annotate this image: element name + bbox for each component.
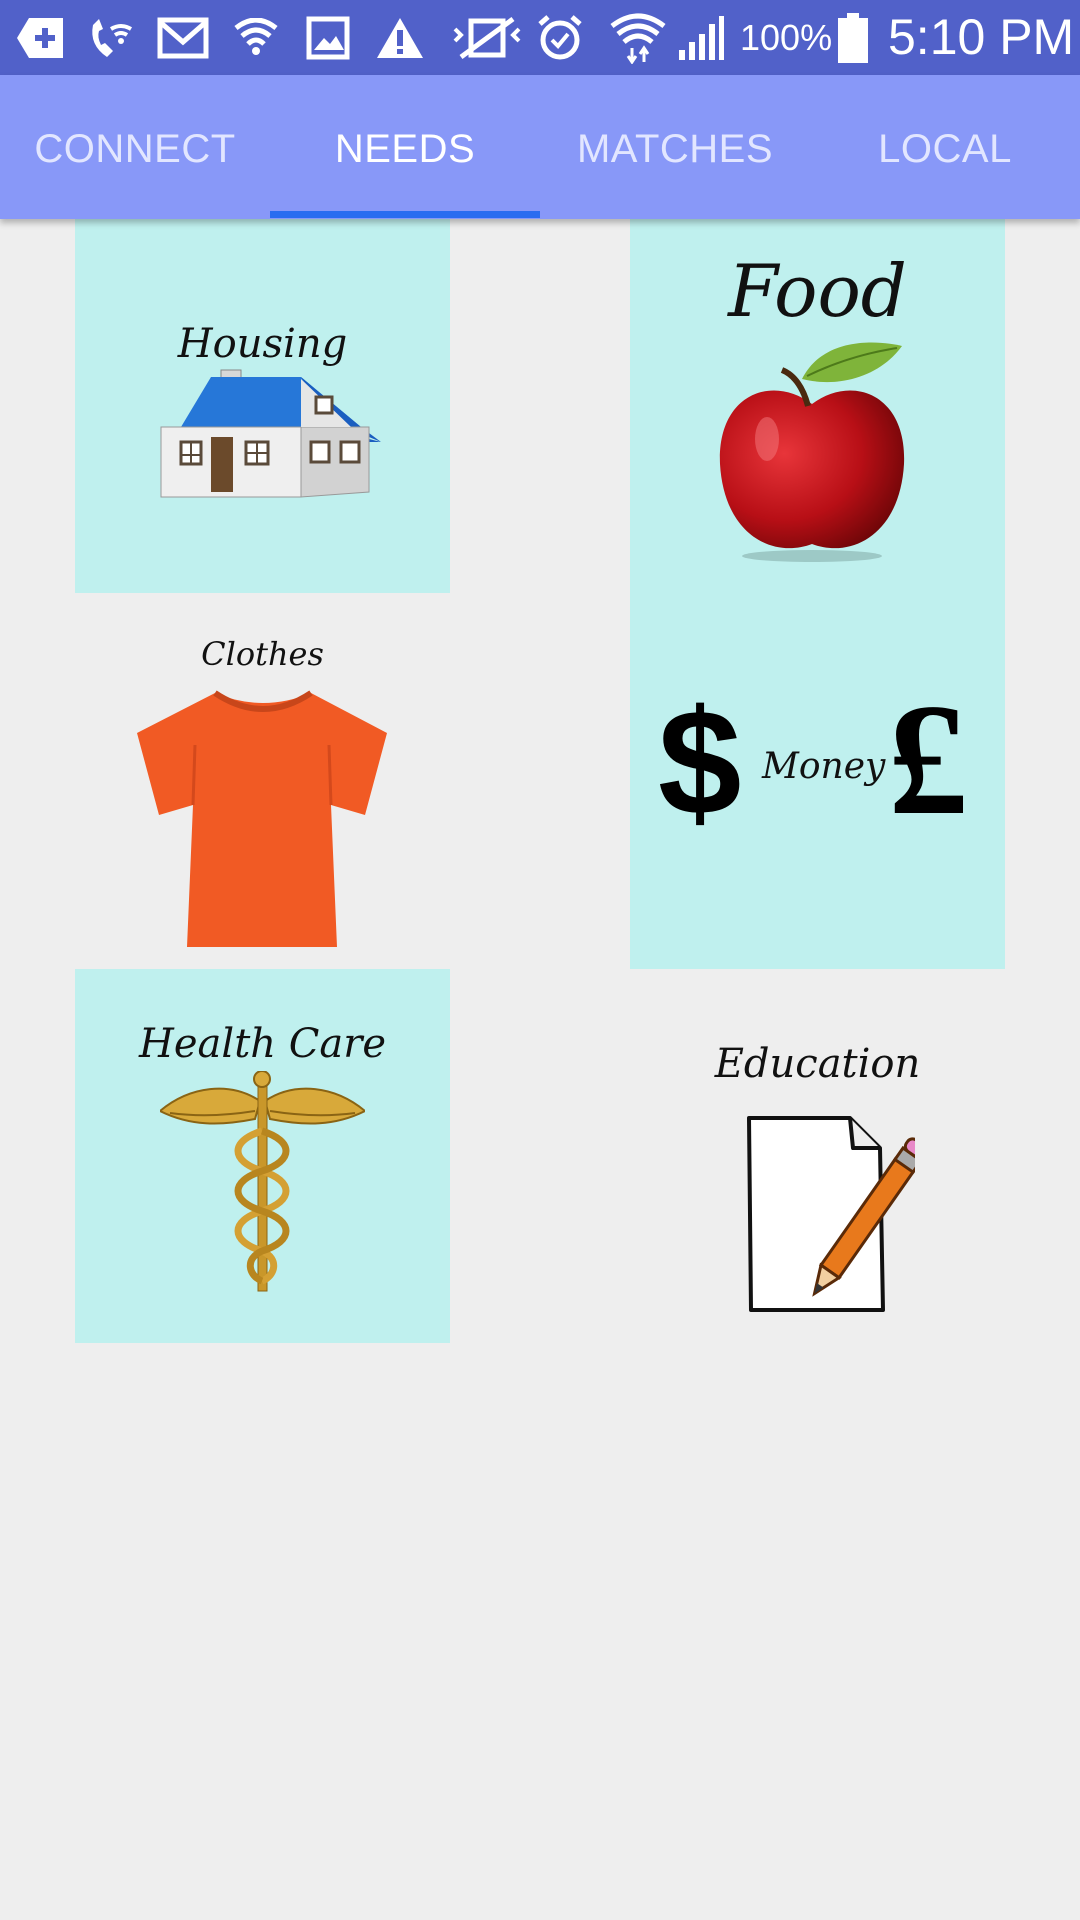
caduceus-icon <box>160 1071 365 1292</box>
tab-bar: CONNECT NEEDS MATCHES LOCAL <box>0 75 1080 219</box>
house-icon <box>160 369 381 498</box>
status-bar: 100% 5:10 PM <box>0 0 1080 75</box>
add-icon <box>14 0 66 75</box>
wifi-call-icon <box>84 0 136 75</box>
tab-local[interactable]: LOCAL <box>810 75 1080 219</box>
food-money-tile[interactable]: Food $ Money £ <box>630 219 1005 969</box>
clothes-tile[interactable]: Clothes <box>75 593 450 969</box>
signal-icon <box>676 0 726 75</box>
mute-icon <box>452 0 522 75</box>
alarm-icon <box>534 0 586 75</box>
health-care-tile[interactable]: Health Care <box>75 969 450 1343</box>
tab-indicator <box>270 211 540 218</box>
gmail-icon <box>156 0 210 75</box>
dollar-icon: $ <box>658 678 742 846</box>
tab-connect[interactable]: CONNECT <box>0 75 270 219</box>
housing-label: Housing <box>177 321 348 367</box>
warning-icon <box>374 0 426 75</box>
image-icon <box>304 0 352 75</box>
tab-matches[interactable]: MATCHES <box>540 75 810 219</box>
education-label: Education <box>714 1041 921 1087</box>
pound-icon: £ <box>888 670 968 848</box>
vpn-icon <box>232 0 280 75</box>
tab-needs[interactable]: NEEDS <box>270 75 540 219</box>
apple-icon <box>719 342 905 562</box>
battery-icon <box>836 0 870 75</box>
money-label: Money <box>762 746 886 787</box>
housing-tile[interactable]: Housing <box>75 219 450 593</box>
wifi-icon <box>608 0 668 75</box>
clothes-label: Clothes <box>201 635 324 673</box>
education-tile[interactable]: Education <box>630 969 1005 1343</box>
clock: 5:10 PM <box>888 9 1075 65</box>
tshirt-icon <box>137 690 387 947</box>
health-care-label: Health Care <box>139 1021 386 1067</box>
battery-percentage: 100% <box>740 17 833 58</box>
document-pencil-icon <box>747 1116 915 1312</box>
food-label: Food <box>728 249 907 333</box>
